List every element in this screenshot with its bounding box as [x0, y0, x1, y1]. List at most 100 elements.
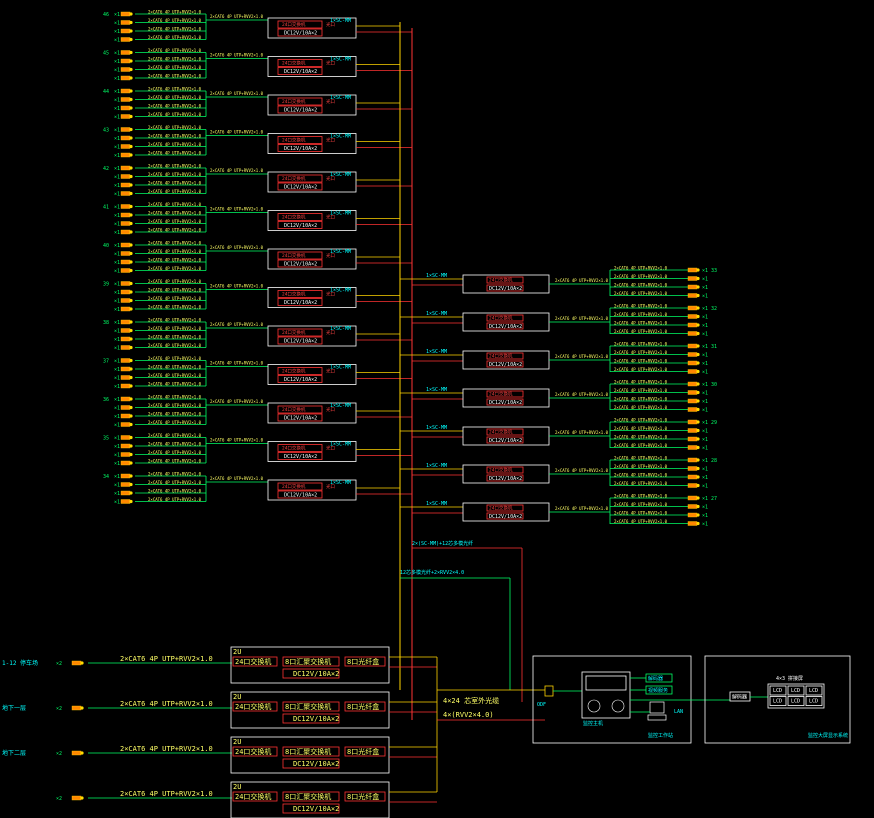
camera-count: ×1	[114, 98, 120, 104]
cable-spec-label: 2×CAT6 4P UTP+RVV2×1.0	[120, 790, 213, 798]
uplink-label: 1×SC-MM	[426, 501, 447, 507]
uplink-label: 1×SC-MM	[426, 311, 447, 317]
cctv-system-diagram: 46 ×1 2×CAT6 4P UTP+RVV2×1.0 ×1 2×CAT6 4P UT…	[2, 10, 851, 818]
camera-icon	[120, 144, 133, 149]
camera-count: ×1	[702, 408, 708, 414]
floor-label: 39	[103, 282, 109, 288]
camera-icon	[120, 50, 133, 55]
switch-label: 24口交换机	[235, 792, 271, 801]
camera-count: ×1	[114, 183, 120, 189]
camera-icon	[120, 422, 133, 427]
camera-icon	[120, 127, 133, 132]
camera-count: ×1	[702, 268, 708, 274]
camera-count: ×1	[114, 359, 120, 365]
switch-label: 24口交换机	[489, 467, 513, 474]
camera-icon	[120, 152, 133, 158]
camera-icon	[120, 328, 133, 333]
lcd-label: LCD	[791, 699, 800, 705]
camera-count: ×1	[114, 320, 120, 326]
camera-count: ×1	[114, 423, 120, 429]
fiber-label: 8口光纤盒	[347, 747, 379, 756]
psu-label: DC12V/10A×2	[284, 377, 317, 383]
floor-label: 46	[103, 12, 109, 18]
agg-label: 8口汇聚交换机	[285, 747, 331, 756]
cable-spec-label: 2×CAT6 4P UTP+RVV2×1.0	[614, 435, 668, 440]
camera-icon	[687, 521, 700, 526]
uplink-label: 1×SC-MM	[330, 18, 351, 24]
trunk-fiber-label: 4×24 芯室外光缆	[443, 696, 499, 705]
cable-spec-label: 2×CAT6 4P UTP+RVV2×1.0	[614, 359, 668, 364]
psu-label: DC12V/10A×2	[489, 400, 522, 406]
nvr-panel	[585, 675, 627, 691]
feeder-spec-label: 2×CAT6 4P UTP+RVV2×1.0	[210, 284, 264, 289]
psu-label: DC12V/10A×2	[284, 416, 317, 422]
camera-icon	[687, 343, 700, 349]
camera-count: ×1	[114, 453, 120, 459]
camera-icon	[687, 331, 700, 336]
switch-label: 24口交换机	[282, 329, 306, 336]
camera-icon	[687, 512, 700, 518]
wall-title: 4×3 拼接屏	[776, 675, 803, 682]
camera-icon	[120, 105, 133, 111]
feeder-spec-label: 2×CAT6 4P UTP+RVV2×1.0	[210, 91, 264, 96]
lcd-label: LCD	[773, 699, 782, 705]
feeder-spec-label: 2×CAT6 4P UTP+RVV2×1.0	[210, 361, 264, 366]
computer-icon[interactable]	[647, 701, 667, 721]
agg-label: 8口汇聚交换机	[285, 792, 331, 801]
floor-label: 44	[103, 89, 109, 95]
camera-count: ×1	[114, 252, 120, 258]
camera-count: ×1	[702, 496, 708, 502]
camera-count: ×1	[114, 500, 120, 506]
camera-count: ×2	[56, 706, 62, 712]
camera-count: ×1	[114, 230, 120, 236]
feeder-spec-label: 2×CAT6 4P UTP+RVV2×1.0	[555, 430, 609, 435]
cable-spec-label: 2×CAT6 4P UTP+RVV2×1.0	[614, 397, 668, 402]
camera-count: ×1	[114, 153, 120, 159]
floor-label: 41	[103, 205, 109, 211]
camera-count: ×1	[702, 285, 708, 291]
cable-spec-label: 2×CAT6 4P UTP+RVV2×1.0	[614, 266, 668, 271]
camera-icon	[687, 474, 700, 480]
switch-label: 24口交换机	[489, 353, 513, 360]
camera-count: ×1	[702, 437, 708, 443]
switch-label: 24口交换机	[282, 368, 306, 375]
camera-icon	[120, 319, 133, 325]
camera-icon	[120, 28, 133, 34]
camera-count: ×1	[702, 344, 708, 350]
uplink-label: 1×SC-MM	[330, 172, 351, 178]
feeder-spec-label: 2×CAT6 4P UTP+RVV2×1.0	[210, 399, 264, 404]
cable-spec-label: 2×CAT6 4P UTP+RVV2×1.0	[614, 274, 668, 279]
camera-icon	[687, 314, 700, 319]
uplink-label: 1×SC-MM	[426, 425, 447, 431]
switch-label: 24口交换机	[282, 21, 306, 28]
floor-label: 31	[711, 344, 717, 350]
cable-spec-label: 2×CAT6 4P UTP+RVV2×1.0	[614, 291, 668, 296]
camera-icon	[71, 660, 84, 666]
trunk-power-label: 4×(RVV2×4.0)	[443, 711, 494, 719]
camera-icon	[687, 457, 700, 463]
camera-icon	[687, 504, 700, 509]
camera-count: ×1	[702, 522, 708, 528]
cable-spec-label: 2×CAT6 4P UTP+RVV2×1.0	[614, 481, 668, 486]
feeder-spec-label: 2×CAT6 4P UTP+RVV2×1.0	[210, 476, 264, 481]
camera-icon	[120, 204, 133, 209]
camera-count: ×1	[114, 406, 120, 412]
camera-icon	[120, 229, 133, 235]
feeder-spec-label: 2×CAT6 4P UTP+RVV2×1.0	[210, 245, 264, 250]
feeder-spec-label: 2×CAT6 4P UTP+RVV2×1.0	[210, 322, 264, 327]
psu-label: DC12V/10A×2	[293, 670, 339, 678]
camera-icon	[687, 466, 700, 471]
floor-label: 43	[103, 128, 109, 134]
cable-spec-label: 2×CAT6 4P UTP+RVV2×1.0	[614, 283, 668, 288]
cable-spec-label: 2×CAT6 4P UTP+RVV2×1.0	[614, 304, 668, 309]
floor-label: 45	[103, 51, 109, 57]
camera-count: ×1	[114, 51, 120, 57]
switch-label: 24口交换机	[489, 505, 513, 512]
lan-label: LAN	[674, 709, 683, 715]
camera-count: ×1	[114, 29, 120, 35]
camera-count: ×1	[702, 361, 708, 367]
uplink-label: 1×SC-MM	[330, 134, 351, 140]
camera-icon	[120, 259, 133, 265]
cable-spec-label: 2×CAT6 4P UTP+RVV2×1.0	[614, 494, 668, 499]
cable-spec-label: 2×CAT6 4P UTP+RVV2×1.0	[614, 367, 668, 372]
